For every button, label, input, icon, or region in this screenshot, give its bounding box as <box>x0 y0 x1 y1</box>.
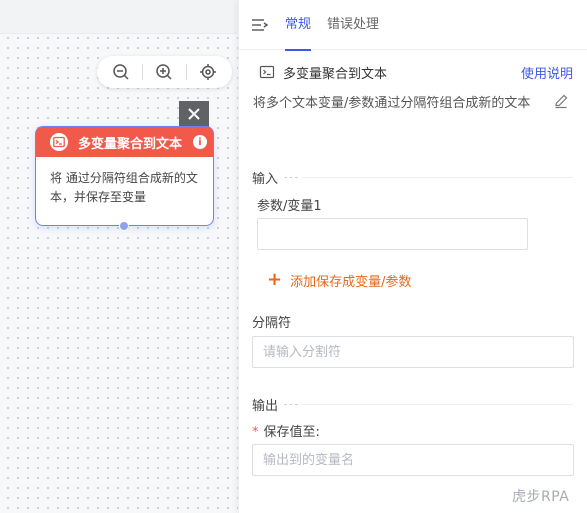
canvas-toolbar <box>0 0 238 34</box>
input-section-label: 输入 <box>252 172 279 187</box>
properties-panel: 常规 错误处理 多变量聚合到文本 使用说明 将多个文本变量/参数通过分隔符组合成… <box>238 0 587 513</box>
zoom-out-icon[interactable] <box>110 61 132 83</box>
divider <box>301 404 573 405</box>
save-to-text: 保存值至: <box>263 425 320 440</box>
add-variable-button[interactable]: + 添加保存成变量/参数 <box>267 270 411 290</box>
separator-input[interactable] <box>252 336 574 368</box>
collapse-menu-icon[interactable] <box>251 16 269 34</box>
node-description: 将 通过分隔符组合成新的文本，并保存至变量 <box>50 171 198 204</box>
required-mark: * <box>252 425 259 440</box>
locate-icon[interactable] <box>197 61 219 83</box>
param-label: 参数/变量1 <box>257 199 322 214</box>
terminal-icon <box>259 65 275 79</box>
info-icon[interactable]: i <box>193 135 207 149</box>
param-input[interactable] <box>257 218 528 250</box>
flow-canvas[interactable]: 多变量聚合到文本 i 将 通过分隔符组合成新的文本，并保存至变量 <box>0 0 238 513</box>
node-title: 多变量聚合到文本 <box>78 136 183 152</box>
output-section-label: 输出 <box>252 399 279 414</box>
node-header: 多变量聚合到文本 i <box>36 127 213 157</box>
tool-name: 多变量聚合到文本 <box>283 66 388 82</box>
tab-general[interactable]: 常规 <box>285 0 312 51</box>
output-variable-input[interactable] <box>252 444 574 476</box>
add-variable-label: 添加保存成变量/参数 <box>290 274 412 290</box>
flow-node[interactable]: 多变量聚合到文本 i 将 通过分隔符组合成新的文本，并保存至变量 <box>35 126 214 231</box>
brand-watermark: 虎步RPA <box>512 489 570 505</box>
divider <box>301 177 573 178</box>
terminal-icon <box>50 133 68 151</box>
zoom-toolbar <box>97 56 232 88</box>
plus-icon: + <box>267 269 283 290</box>
divider <box>185 64 187 80</box>
help-link[interactable]: 使用说明 <box>521 63 573 82</box>
input-section-title: 输入 <box>252 168 302 187</box>
tool-header: 多变量聚合到文本 使用说明 <box>259 62 573 82</box>
output-section-title: 输出 <box>252 395 302 414</box>
tool-description: 将多个文本变量/参数通过分隔符组合成新的文本 <box>253 96 531 111</box>
close-icon <box>188 108 200 120</box>
panel-tabs: 常规 错误处理 <box>239 0 587 51</box>
edit-icon[interactable] <box>553 93 569 109</box>
divider <box>142 64 144 80</box>
save-to-label: * 保存值至: <box>252 421 320 440</box>
node-delete-button[interactable] <box>179 101 209 127</box>
node-output-port[interactable] <box>119 221 129 231</box>
tab-error-handling[interactable]: 错误处理 <box>327 0 379 50</box>
zoom-in-icon[interactable] <box>153 61 175 83</box>
separator-label: 分隔符 <box>252 316 292 331</box>
